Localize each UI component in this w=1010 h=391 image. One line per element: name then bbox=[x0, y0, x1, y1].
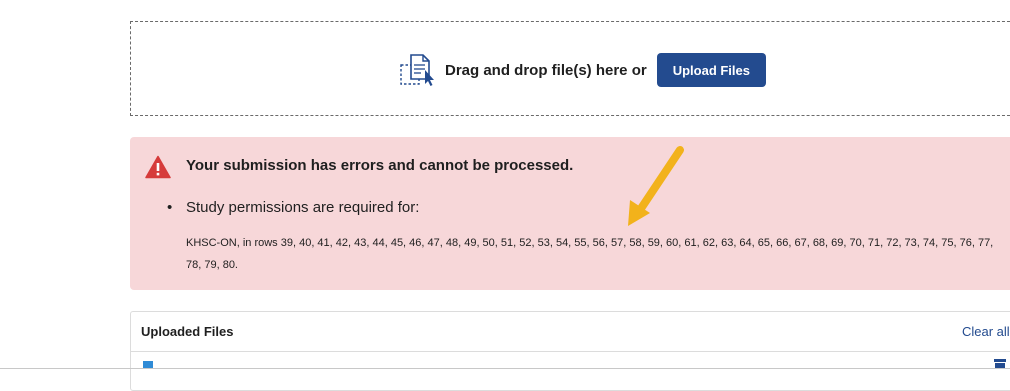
warning-triangle-icon bbox=[145, 155, 171, 179]
error-alert: Your submission has errors and cannot be… bbox=[130, 137, 1010, 290]
uploaded-files-title: Uploaded Files bbox=[141, 324, 234, 339]
error-item: Study permissions are required for: bbox=[166, 199, 419, 216]
page-bottom-edge bbox=[0, 368, 1010, 369]
dropzone-content: Drag and drop file(s) here or Upload Fil… bbox=[399, 53, 766, 87]
clear-all-link[interactable]: Clear all bbox=[962, 324, 1010, 339]
file-dropzone[interactable]: Drag and drop file(s) here or Upload Fil… bbox=[130, 21, 1010, 116]
panel-divider bbox=[131, 351, 1010, 352]
error-list: Study permissions are required for: bbox=[166, 199, 419, 216]
upload-files-button[interactable]: Upload Files bbox=[656, 53, 766, 87]
error-detail: KHSC-ON, in rows 39, 40, 41, 42, 43, 44,… bbox=[186, 237, 994, 271]
file-upload-icon bbox=[400, 54, 434, 86]
uploaded-files-panel: Uploaded Files Clear all bbox=[130, 311, 1010, 391]
error-title: Your submission has errors and cannot be… bbox=[186, 157, 574, 174]
annotation-arrow-icon bbox=[628, 146, 684, 226]
dropzone-text: Drag and drop file(s) here or bbox=[445, 61, 647, 79]
